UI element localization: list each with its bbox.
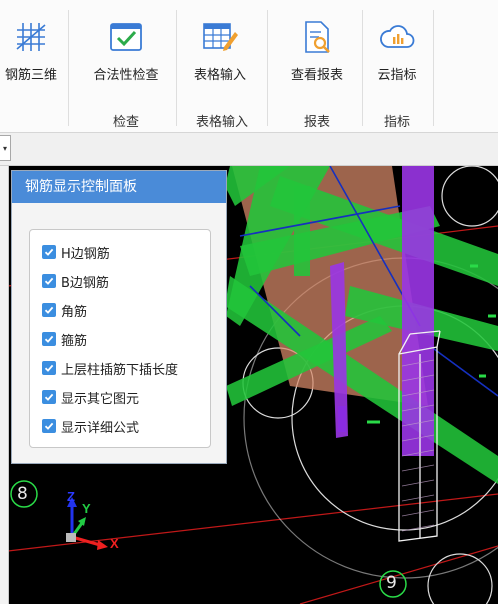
option-label: B边钢筋	[61, 275, 109, 291]
separator	[68, 10, 69, 126]
group-check-label: 检查	[113, 115, 140, 130]
option-label: 角筋	[61, 304, 88, 320]
view-report-icon	[299, 20, 335, 54]
separator	[433, 10, 434, 126]
separator	[176, 10, 177, 126]
options-group: H边钢筋 B边钢筋 角筋 箍筋 上层柱插筋下插长度 显示其它图元 显示详细公式	[29, 229, 211, 448]
group-table-input-label: 表格输入	[196, 115, 249, 130]
table-input-label: 表格输入	[193, 68, 246, 83]
option-label: 显示详细公式	[61, 420, 140, 436]
left-panel-edge	[0, 166, 9, 604]
dropdown-arrow-button[interactable]: ▾	[0, 135, 11, 161]
rebar-3d-button[interactable]: 钢筋三维	[0, 0, 62, 100]
cloud-index-button[interactable]: 云指标	[368, 0, 426, 100]
rebar-3d-label: 钢筋三维	[4, 68, 57, 83]
rebar-3d-icon	[13, 20, 49, 54]
option-label: 上层柱插筋下插长度	[61, 362, 179, 378]
option-stirrup[interactable]: 箍筋	[42, 329, 87, 349]
checkbox-checked-icon	[42, 274, 56, 288]
option-upper-column-dowel-length[interactable]: 上层柱插筋下插长度	[42, 358, 178, 378]
cloud-index-label: 云指标	[377, 68, 417, 83]
table-input-icon	[202, 20, 238, 54]
checkbox-checked-icon	[42, 303, 56, 317]
option-label: H边钢筋	[61, 246, 110, 262]
option-label: 箍筋	[61, 333, 88, 349]
cloud-index-icon	[379, 20, 415, 54]
axis-y-label: Y	[82, 501, 91, 516]
axes-gizmo: Z Y X	[60, 489, 130, 551]
separator	[362, 10, 363, 126]
table-input-button[interactable]: 表格输入	[183, 0, 257, 100]
option-corner-rebar[interactable]: 角筋	[42, 300, 87, 320]
checkbox-checked-icon	[42, 390, 56, 404]
validity-check-label: 合法性检查	[93, 68, 159, 83]
option-b-edge-rebar[interactable]: B边钢筋	[42, 271, 109, 291]
option-show-detailed-formula[interactable]: 显示详细公式	[42, 416, 139, 436]
checkbox-checked-icon	[42, 245, 56, 259]
option-show-other-elements[interactable]: 显示其它图元	[42, 387, 139, 407]
checkbox-checked-icon	[42, 332, 56, 346]
secondary-toolbar: ▾	[0, 133, 498, 166]
axis-z-label: Z	[67, 489, 75, 504]
axis-marker-9-label: 9	[386, 573, 397, 593]
panel-title: 钢筋显示控制面板	[12, 171, 226, 203]
ribbon-toolbar: 钢筋三维 合法性检查 检查 表格输入 表格输入 查看报表 报表 云指标 指标	[0, 0, 498, 133]
group-report-label: 报表	[304, 115, 331, 130]
option-label: 显示其它图元	[61, 391, 140, 407]
axis-x-label: X	[110, 536, 119, 551]
checkbox-checked-icon	[42, 419, 56, 433]
validity-check-icon	[108, 20, 144, 54]
separator	[267, 10, 268, 126]
view-report-button[interactable]: 查看报表	[281, 0, 353, 100]
view-report-label: 查看报表	[290, 68, 343, 83]
rebar-display-control-panel: 钢筋显示控制面板 H边钢筋 B边钢筋 角筋 箍筋 上层柱插筋下插长度 显示其它图…	[11, 170, 227, 464]
axis-marker-8-label: 8	[17, 484, 28, 504]
option-h-edge-rebar[interactable]: H边钢筋	[42, 242, 110, 262]
group-index-label: 指标	[384, 115, 411, 130]
checkbox-checked-icon	[42, 361, 56, 375]
validity-check-button[interactable]: 合法性检查	[83, 0, 169, 100]
